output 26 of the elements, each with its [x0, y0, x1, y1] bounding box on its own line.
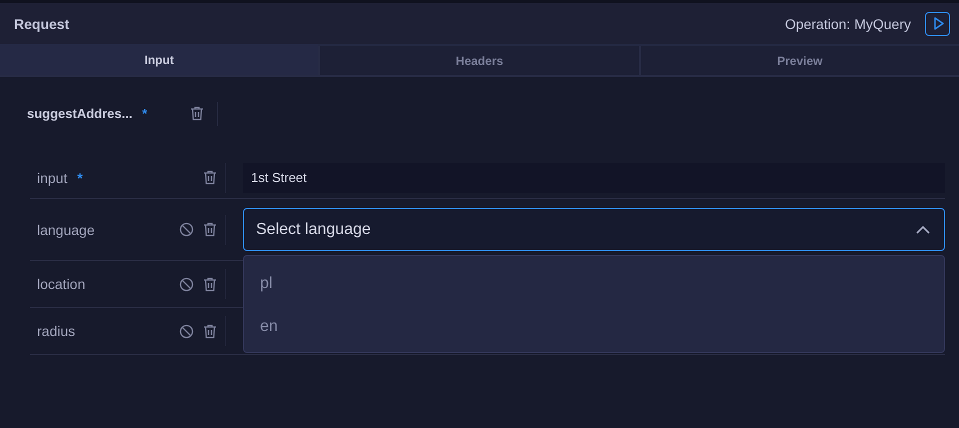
null-icon[interactable] [179, 222, 194, 237]
tab[interactable]: Preview [638, 46, 959, 75]
tab[interactable]: Headers [318, 46, 639, 75]
trash-icon[interactable] [203, 170, 217, 185]
panel-title: Request [14, 16, 70, 32]
input-field[interactable]: 1st Street [243, 162, 945, 192]
argument-name: location [37, 276, 86, 292]
null-icon[interactable] [179, 324, 194, 338]
play-icon [934, 17, 944, 30]
trash-icon[interactable] [203, 276, 217, 292]
trash-icon[interactable] [190, 106, 204, 121]
trash-icon[interactable] [203, 324, 217, 338]
required-mark: * [142, 106, 148, 121]
trash-icon[interactable] [203, 222, 217, 237]
dropdown-option[interactable]: pl [244, 262, 944, 305]
dropdown-option[interactable]: en [244, 305, 944, 348]
language-select[interactable]: Select language [243, 208, 945, 251]
argument-name: radius [37, 323, 76, 339]
null-icon[interactable] [179, 276, 194, 292]
required-mark: * [77, 170, 83, 186]
argument-name: input [37, 170, 68, 186]
run-button[interactable] [925, 12, 950, 36]
field-name: suggestAddres... [27, 106, 132, 121]
chevron-icon [916, 226, 930, 234]
argument-name: language [37, 222, 95, 238]
operation-label: Operation: MyQuery [784, 16, 911, 32]
